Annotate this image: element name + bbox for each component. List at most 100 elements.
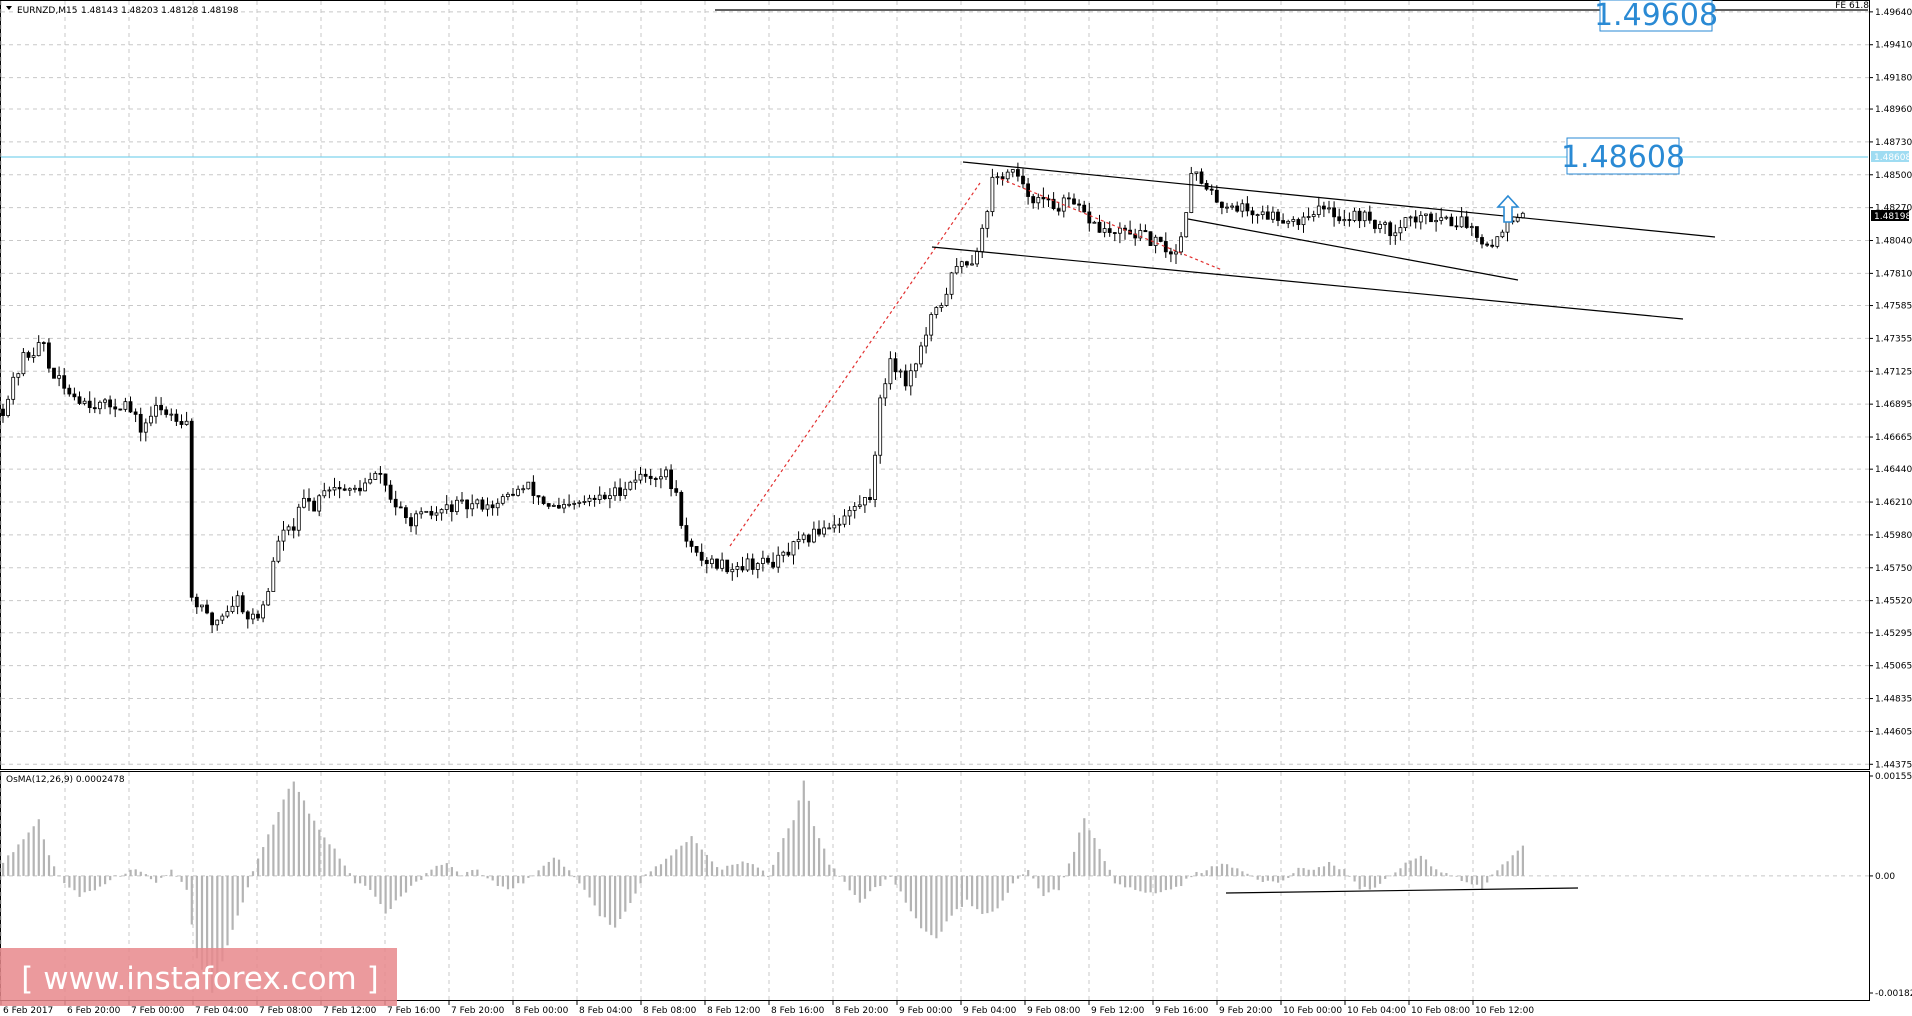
candle-body [1286,220,1291,224]
osma-bar [1312,869,1315,876]
osma-bar [940,875,943,932]
osma-bar [986,875,989,914]
candle-body [82,400,87,404]
candle-body [108,399,112,408]
osma-bar [1389,875,1392,877]
osma-bar [455,871,459,876]
candle-body [1046,198,1051,201]
candle-body [480,499,485,510]
candle-body [57,375,61,379]
osma-bar [104,875,107,885]
osma-bar [1016,875,1020,879]
candle-body [1357,210,1362,222]
candle-body [1174,251,1178,255]
time-tick-label: 7 Feb 00:00 [131,1006,185,1016]
osma-bar [1435,869,1438,876]
osma-bar [506,875,510,890]
osma-bar [1144,875,1147,893]
osma-bar [165,875,168,877]
osma-bar [231,875,234,930]
candle-body [1005,171,1010,180]
osma-bar [384,875,387,914]
candle-body [31,355,36,358]
price-tick-label: 1.45065 [1875,662,1912,672]
candle-body [1031,196,1036,204]
candle-body [572,502,577,505]
osma-bar [1292,873,1295,876]
osma-bar [73,875,76,891]
osma-bar [1246,873,1249,876]
candle-body [1480,237,1484,245]
osma-bar [83,875,86,893]
candle-body [893,358,898,373]
candle-body [796,538,801,543]
candle-body [653,478,658,480]
candle-body [934,307,939,315]
time-tick-label: 9 Feb 04:00 [963,1006,1017,1016]
osma-bar [404,875,408,893]
osma-bar [1205,870,1208,876]
candle-body [1010,169,1015,173]
osma-bar [670,855,673,876]
candle-body [1220,201,1224,208]
osma-bar [17,844,20,876]
osma-bar [1521,845,1524,876]
osma-bar [828,864,831,876]
candle-body [669,469,673,490]
osma-bar [1083,818,1086,876]
candle-body [944,293,949,306]
candle-body [1214,189,1219,203]
candle-body [806,534,811,543]
candle-body [1459,216,1464,228]
candle-body [567,503,571,506]
osma-tick-label: 0.00 [1875,872,1895,882]
candle-body [1342,219,1347,222]
candle-body [312,500,317,512]
candle-body [970,263,974,266]
osma-bar [608,875,612,925]
candle-body [1271,211,1275,220]
price-tick-label: 1.49180 [1875,74,1912,84]
osma-bar [98,875,102,887]
osma-bar [721,869,724,876]
osma-bar [262,847,265,876]
candle-body [439,509,444,514]
candle-body [949,272,954,295]
price-tick-label: 1.48960 [1875,105,1912,115]
osma-bar [512,875,515,889]
osma-bar [532,875,535,877]
candle-body [985,211,990,229]
osma-bar [1011,875,1014,884]
candle-body [745,558,750,571]
osma-bar [899,875,902,892]
osma-bar [1328,861,1331,876]
candle-body [710,558,714,565]
osma-bar [399,875,402,897]
osma-bar [63,875,66,884]
candle-body [250,613,255,620]
candle-body [235,595,240,607]
candle-body [434,512,439,516]
price-panel[interactable] [0,0,1870,770]
osma-bar [1129,875,1132,888]
candle-body [995,176,1000,179]
osma-bar [155,875,158,883]
osma-bar [976,875,979,910]
candle-body [1373,219,1377,229]
price-tick-label: 1.46440 [1875,465,1912,475]
osma-bar [537,870,540,876]
trading-chart[interactable]: 1.49640 1.49410 1.49180 1.48960 1.48730 1.485… [0,0,1912,1016]
candle-body [449,504,454,513]
candle-body [184,420,189,425]
osma-bar [1338,869,1341,876]
osma-bar [353,875,357,884]
osma-bar [450,867,453,876]
osma-bar [1200,873,1203,876]
candle-body [414,513,419,527]
osma-bar [1322,866,1326,876]
osma-bar [114,875,117,877]
osma-bar [1373,875,1377,888]
osma-bar [129,869,132,876]
candle-body [1469,226,1474,228]
candle-body [898,370,903,373]
